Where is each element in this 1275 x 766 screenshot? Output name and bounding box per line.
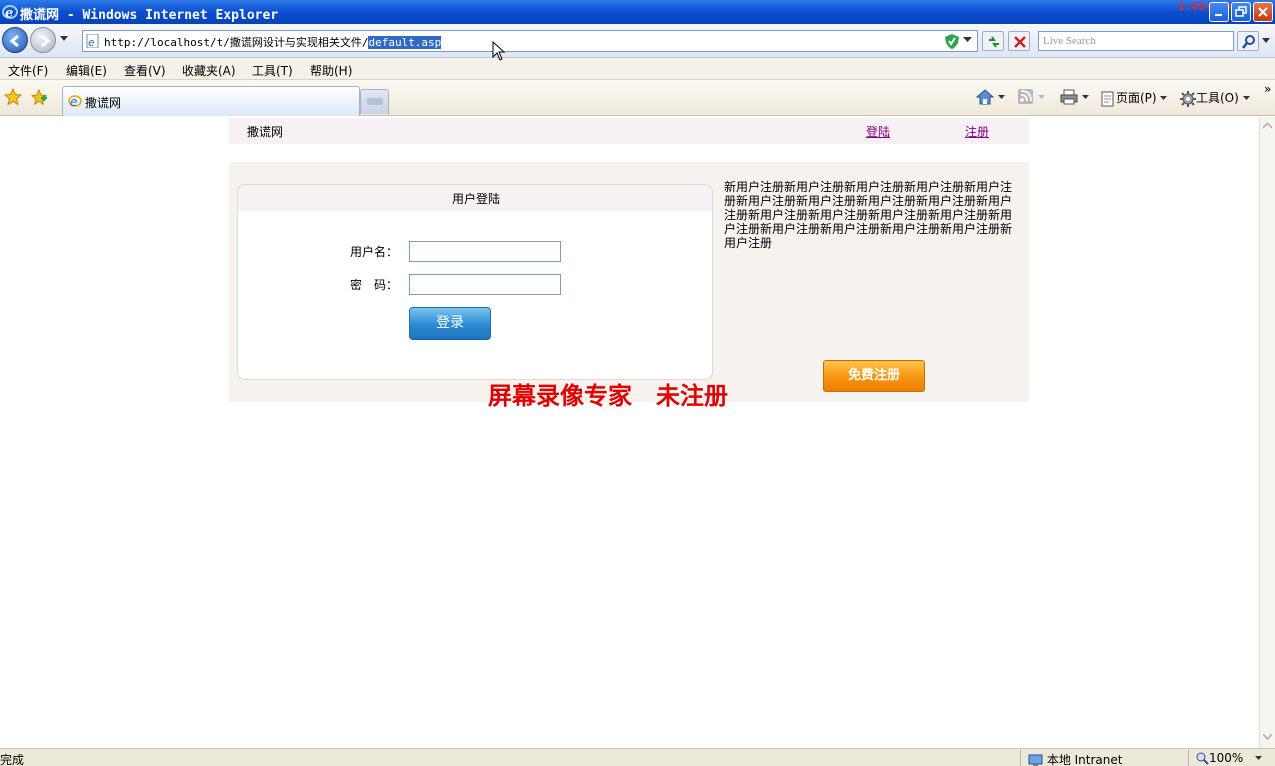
url-prefix: http://localhost/t/撒谎网设计与实现相关文件/ [104,36,369,49]
feeds-button[interactable] [1018,89,1045,105]
menu-favorites[interactable]: 收藏夹(A) [182,62,236,79]
tab-label: 撒谎网 [85,96,122,110]
security-zone-label: 本地 Intranet [1046,753,1123,766]
site-main: 用户登陆 用户名： 密 码： 登录 新用户注册新用户注册新用户注册新用户注册新用… [229,162,1029,402]
home-icon [975,89,995,105]
feeds-icon [1018,89,1033,104]
home-dropdown-icon [997,94,1005,99]
status-bar: 完成 本地 Intranet 100% [0,748,1275,766]
mouse-cursor-icon [492,41,506,61]
menu-bar: 文件(F) 编辑(E) 查看(V) 收藏夹(A) 工具(T) 帮助(H) [0,58,1275,80]
security-shield-icon[interactable] [945,34,959,49]
page-scrollbar[interactable] [1259,117,1275,748]
globe-icon [1028,754,1043,766]
ie-icon: e [2,5,18,20]
tab-active[interactable]: e 撒谎网 [62,86,360,116]
register-description: 新用户注册新用户注册新用户注册新用户注册新用户注册新用户注册新用户注册新用户注册… [724,180,1013,250]
tools-menu-button[interactable]: 工具(O) [1180,89,1250,107]
feeds-dropdown-icon [1037,94,1045,99]
live-search-input[interactable]: Live Search [1038,31,1234,51]
home-button[interactable] [975,89,1005,105]
toolbar-overflow-button[interactable]: » [1264,82,1271,96]
window-titlebar: e 撒谎网 - Windows Internet Explorer 1:43/2… [0,0,1275,24]
password-input[interactable] [409,274,561,295]
status-text: 完成 [0,753,25,766]
tab-bar: e 撒谎网 页面(P) 工具(O) » [0,80,1275,116]
close-icon [1258,7,1268,17]
page-icon: e [86,34,99,48]
page-dropdown-icon [1160,96,1168,100]
svg-text:e: e [5,6,13,20]
menu-tools[interactable]: 工具(T) [252,62,293,79]
minimize-button[interactable] [1209,2,1229,22]
restore-button[interactable] [1231,2,1251,22]
menu-file[interactable]: 文件(F) [8,62,48,79]
recorder-watermark: 屏幕录像专家 未注册 [488,381,728,410]
page-menu-label: 页面(P) [1116,91,1157,105]
page-menu-button[interactable]: 页面(P) [1100,89,1168,107]
refresh-button[interactable] [982,31,1004,51]
zoom-dropdown-icon [1255,756,1263,760]
username-label: 用户名： [350,245,399,259]
new-tab-icon [367,98,383,105]
security-zone[interactable]: 本地 Intranet [1028,751,1122,766]
page-icon [1101,91,1114,106]
address-dropdown-icon[interactable] [963,37,972,43]
menu-edit[interactable]: 编辑(E) [66,62,107,79]
minimize-icon [1215,14,1222,16]
back-button[interactable] [2,27,28,53]
address-toolbar: e http://localhost/t/撒谎网设计与实现相关文件/defaul… [0,24,1275,58]
print-icon [1060,89,1078,105]
menu-help[interactable]: 帮助(H) [310,62,352,79]
zoom-label: 100% [1209,751,1244,765]
forward-button[interactable] [30,27,56,53]
login-panel-title: 用户登陆 [238,185,712,211]
url-selected: default.asp [368,36,442,49]
nav-login-link[interactable]: 登陆 [866,123,890,140]
refresh-icon [989,36,999,48]
password-label: 密 码： [350,278,399,292]
site-header: 撒谎网 登陆 注册 [229,118,1029,144]
history-dropdown-icon[interactable] [60,36,68,42]
search-button[interactable] [1237,31,1259,51]
print-dropdown-icon [1081,94,1089,99]
menu-view[interactable]: 查看(V) [124,62,166,79]
login-panel: 用户登陆 用户名： 密 码： 登录 [237,184,713,380]
back-icon [9,34,19,48]
forward-icon [41,34,51,48]
nav-register-link[interactable]: 注册 [965,123,989,140]
window-title: 撒谎网 - Windows Internet Explorer [20,8,279,23]
free-register-button[interactable]: 免费注册 [823,360,925,392]
address-input[interactable]: e http://localhost/t/撒谎网设计与实现相关文件/defaul… [82,30,978,52]
search-icon [1242,35,1255,49]
stop-button[interactable] [1008,31,1030,51]
tools-dropdown-icon [1242,96,1250,100]
zoom-icon [1196,752,1209,765]
scroll-up-icon[interactable] [1263,123,1272,129]
restore-icon [1235,6,1247,17]
username-input[interactable] [409,241,561,262]
scroll-down-icon[interactable] [1263,734,1272,740]
favorites-star-icon[interactable] [4,88,22,106]
stop-icon [1014,36,1026,48]
new-tab-button[interactable] [360,89,389,114]
ie-icon: e [68,95,82,108]
svg-text:e: e [70,95,77,108]
tools-menu-label: 工具(O) [1196,91,1239,105]
login-button[interactable]: 登录 [409,307,491,340]
zoom-control[interactable]: 100% [1196,751,1263,765]
svg-text:e: e [88,36,95,48]
add-favorites-icon[interactable] [30,88,48,106]
close-window-button[interactable] [1253,2,1273,22]
search-dropdown-icon[interactable] [1262,38,1270,44]
print-button[interactable] [1060,89,1089,105]
site-brand: 撒谎网 [247,125,284,139]
gear-icon [1180,90,1196,107]
